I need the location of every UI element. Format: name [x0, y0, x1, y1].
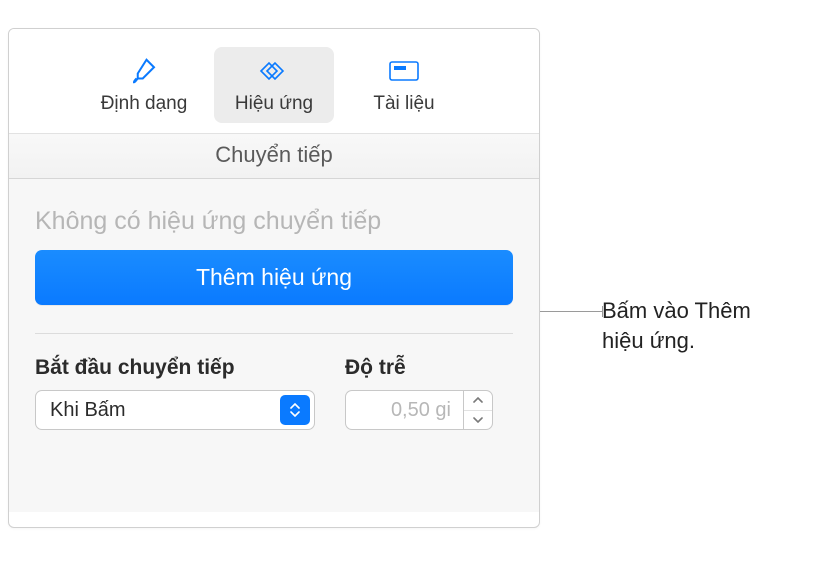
document-tab-label: Tài liệu: [373, 93, 434, 115]
transition-subheader: Chuyển tiếp: [9, 133, 539, 179]
inspector-toolbar: Định dạng Hiệu ứng Tài l: [9, 29, 539, 133]
no-transition-text: Không có hiệu ứng chuyển tiếp: [35, 179, 513, 250]
format-tab[interactable]: Định dạng: [84, 47, 204, 123]
stepper-up[interactable]: [464, 391, 492, 411]
format-tab-label: Định dạng: [101, 93, 188, 115]
slide-rect-icon: [382, 53, 426, 89]
delay-input[interactable]: [345, 390, 463, 430]
document-tab[interactable]: Tài liệu: [344, 47, 464, 123]
callout-leader-line: [540, 311, 602, 312]
delay-label: Độ trễ: [345, 356, 515, 380]
animate-tab[interactable]: Hiệu ứng: [214, 47, 334, 123]
updown-chevrons-icon: [280, 395, 310, 425]
start-transition-value: Khi Bấm: [50, 399, 126, 422]
callout-text: Bấm vào Thêm hiệu ứng.: [602, 296, 802, 355]
start-transition-select[interactable]: Khi Bấm: [35, 390, 315, 430]
transition-body: Không có hiệu ứng chuyển tiếp Thêm hiệu …: [9, 179, 539, 512]
start-transition-label: Bắt đầu chuyển tiếp: [35, 356, 315, 380]
animate-tab-label: Hiệu ứng: [235, 93, 313, 115]
diamond-stack-icon: [252, 53, 296, 89]
inspector-panel: Định dạng Hiệu ứng Tài l: [8, 28, 540, 528]
delay-stepper[interactable]: [463, 390, 493, 430]
stepper-down[interactable]: [464, 411, 492, 430]
brush-icon: [122, 53, 166, 89]
divider: [35, 333, 513, 334]
add-effect-button[interactable]: Thêm hiệu ứng: [35, 250, 513, 305]
